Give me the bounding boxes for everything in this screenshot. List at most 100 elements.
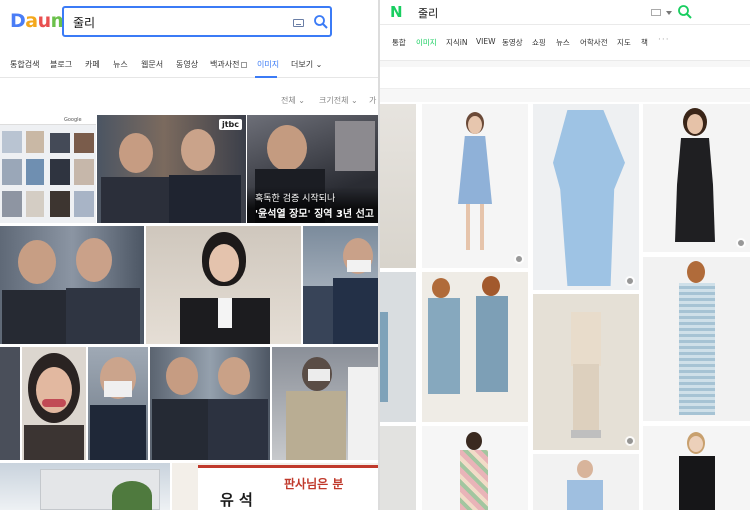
thumb-dress — [675, 138, 715, 242]
image-result-blue-dress[interactable] — [422, 104, 528, 268]
tab-news[interactable]: 뉴스 — [556, 37, 570, 48]
thumb-block — [26, 159, 44, 185]
filter-all-dropdown[interactable]: 전체 ⌄ — [281, 95, 305, 106]
dropdown-caret-icon[interactable] — [666, 11, 672, 15]
image-result-man-mask[interactable] — [303, 226, 378, 344]
thumb-face — [181, 129, 215, 171]
thumb-suit — [90, 405, 146, 460]
banner-text-right: 판사님은 분 — [284, 477, 344, 491]
thumb-suit — [169, 175, 241, 223]
thumb-tree — [112, 481, 152, 510]
search-icon[interactable] — [677, 4, 693, 20]
image-result-black-dress[interactable] — [643, 104, 750, 252]
header-divider — [380, 24, 750, 25]
jtbc-badge: jtbc — [218, 119, 242, 130]
image-result-two-dresses[interactable] — [422, 272, 528, 422]
image-result-gingham-dress[interactable] — [643, 257, 750, 421]
thumb-lips — [42, 399, 66, 407]
image-result-beige-outfit[interactable] — [533, 294, 639, 450]
tab-encyclopedia[interactable]: 백과사전 — [210, 59, 248, 70]
tab-webdoc[interactable]: 웹문서 — [141, 59, 163, 70]
tab-images[interactable]: 이미지 — [416, 37, 437, 48]
thumb-leg — [480, 204, 484, 250]
thumb-mask — [104, 381, 132, 397]
image-result-partial[interactable] — [380, 104, 416, 268]
tab-view[interactable]: VIEW — [476, 37, 496, 46]
tab-video[interactable]: 동영상 — [502, 37, 523, 48]
thumb-face — [468, 116, 482, 134]
thumb-block — [2, 191, 22, 217]
image-result-partial[interactable] — [380, 426, 416, 510]
image-result-black-dress-2[interactable] — [643, 426, 750, 510]
image-result-banner[interactable]: 유 석 판사님은 분 — [172, 463, 378, 510]
thumb-face — [218, 357, 250, 395]
thumb-collar — [218, 298, 232, 328]
more-options-icon[interactable] — [625, 436, 635, 446]
thumb-block — [74, 133, 94, 153]
filter-all-label: 전체 — [281, 96, 296, 105]
thumb-suit — [2, 290, 70, 344]
thumb-hair — [432, 278, 450, 298]
thumb-face — [577, 460, 593, 478]
naver-logo[interactable]: N — [390, 3, 404, 21]
image-result-two-men-3[interactable] — [150, 347, 270, 460]
filter-size-dropdown[interactable]: 크기전체 ⌄ — [319, 95, 358, 106]
filter-size-label: 크기전체 — [319, 96, 349, 105]
chevron-down-icon: ⌄ — [351, 96, 358, 105]
tab-images[interactable]: 이미지 — [257, 59, 279, 70]
tab-dictionary[interactable]: 어학사전 — [580, 37, 608, 48]
image-result-crowd[interactable] — [272, 347, 378, 460]
keyboard-icon[interactable] — [651, 9, 661, 16]
daum-search-input[interactable]: 줄리 — [73, 14, 95, 31]
thumb-dress — [428, 298, 460, 394]
image-result-two-men-2[interactable] — [0, 226, 144, 344]
image-result-blue-top[interactable] — [533, 454, 639, 510]
filter-more-dropdown[interactable]: 가 — [369, 95, 376, 106]
daum-search-box[interactable]: 줄리 — [62, 6, 332, 37]
daum-search-pane: Daum 줄리 통합검색 블로그 카페 뉴스 웹문서 동영상 백과사전 이미지 … — [0, 0, 378, 510]
more-options-icon[interactable] — [736, 238, 746, 248]
search-icon[interactable] — [313, 14, 329, 30]
thumb-face — [689, 436, 703, 452]
tab-cafe[interactable]: 카페 — [85, 59, 100, 70]
more-options-icon[interactable] — [514, 254, 524, 264]
keyboard-icon[interactable] — [293, 19, 304, 27]
naver-search-input[interactable]: 줄리 — [418, 5, 438, 21]
filter-band-lower — [380, 88, 750, 102]
thumb-suit — [208, 399, 268, 460]
more-tabs-button[interactable]: ··· — [658, 35, 670, 45]
image-result-partial[interactable] — [380, 272, 416, 422]
thumb-dress — [679, 456, 715, 510]
image-result-man-mask-2[interactable] — [88, 347, 148, 460]
image-result-partial[interactable] — [0, 347, 20, 460]
thumb-hair — [482, 276, 500, 296]
tab-books[interactable]: 책 — [641, 37, 648, 48]
tab-news[interactable]: 뉴스 — [113, 59, 128, 70]
tab-shopping[interactable]: 쇼핑 — [532, 37, 546, 48]
daum-logo[interactable]: Daum — [10, 10, 70, 32]
thumb-mask — [308, 369, 330, 381]
thumb-pants — [573, 364, 599, 430]
image-result-news-caption[interactable]: 혹독한 검증 시작되나 '윤석열 장모' 징역 3년 선고 — [247, 115, 378, 223]
image-result-screenshot[interactable]: Google — [0, 115, 96, 223]
thumb-block — [26, 131, 44, 153]
tab-more[interactable]: 더보기 ⌄ — [291, 59, 322, 70]
tab-integrated[interactable]: 통합 — [392, 37, 406, 48]
image-result-two-men[interactable]: jtbc — [97, 115, 246, 223]
thumb-suit — [24, 425, 84, 460]
tab-map[interactable]: 지도 — [617, 37, 631, 48]
image-result-woman-2[interactable] — [22, 347, 86, 460]
image-result-patterned-dress[interactable] — [422, 426, 528, 510]
tab-all[interactable]: 통합검색 — [10, 59, 39, 70]
more-options-icon[interactable] — [625, 276, 635, 286]
image-result-woman[interactable] — [146, 226, 301, 344]
banner-text-left: 유 석 — [220, 491, 253, 509]
image-result-blue-caftan[interactable] — [533, 104, 639, 290]
thumb-dress — [380, 312, 388, 402]
tab-blog[interactable]: 블로그 — [50, 59, 72, 70]
thumb-hair — [687, 261, 705, 283]
filter-band — [380, 61, 750, 67]
tab-kin[interactable]: 지식iN — [446, 37, 468, 48]
tab-video[interactable]: 동영상 — [176, 59, 198, 70]
image-result-building[interactable] — [0, 463, 170, 510]
